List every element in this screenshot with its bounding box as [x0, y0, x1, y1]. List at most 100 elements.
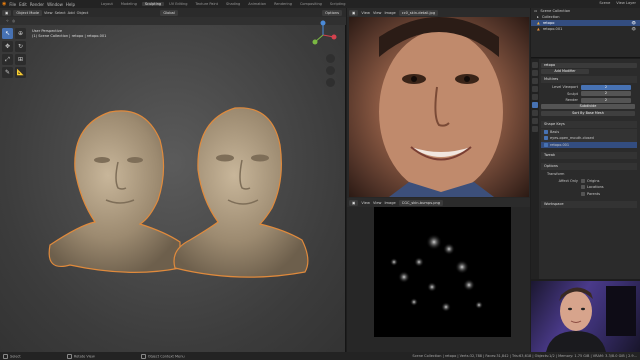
tab-texture-paint[interactable]: Texture Paint [192, 2, 221, 6]
top-menubar: ◉ File Edit Render Window Help Layout Mo… [0, 0, 640, 8]
move-icon[interactable]: ✥ [2, 41, 13, 52]
mesh-icon-2: ▲ [537, 27, 540, 31]
workspace-header[interactable]: Workspace [541, 201, 637, 208]
menu-view[interactable]: View [44, 11, 53, 15]
img-menu-view[interactable]: View [361, 11, 370, 15]
status-context: Object Context Menu [140, 353, 185, 359]
image-editor-bottom-type-icon[interactable]: ▣ [349, 199, 359, 206]
skin-bumps-texture [374, 207, 511, 337]
snap-icon[interactable]: ⊹ [6, 19, 9, 23]
transform-icon[interactable]: ⊞ [15, 54, 26, 65]
menu-select[interactable]: Select [55, 11, 66, 15]
data-tab-icon[interactable] [532, 118, 538, 124]
menu-file[interactable]: File [9, 2, 16, 7]
img2-menu-view-2[interactable]: View [373, 201, 382, 205]
origins-checkbox[interactable] [581, 178, 585, 183]
object-name-field[interactable]: retopo [541, 62, 637, 68]
img2-menu-image[interactable]: Image [384, 201, 395, 205]
webcam-overlay [531, 281, 640, 352]
object-name-row: retopo [541, 62, 637, 69]
camera-view-icon[interactable] [326, 78, 335, 87]
shape-key-checkbox-2[interactable] [544, 136, 548, 141]
tab-rendering[interactable]: Rendering [271, 2, 295, 6]
proportional-icon[interactable]: ◎ [12, 19, 15, 23]
parents-checkbox[interactable] [581, 191, 585, 196]
tool-tab-icon[interactable] [532, 62, 538, 68]
transform-orientation[interactable]: Global [160, 9, 178, 16]
render-tab-icon[interactable] [532, 70, 538, 76]
image-filename[interactable]: cc0_skin-detail.jpg [398, 9, 439, 16]
sort-by-base-button[interactable]: Sort By Base Mesh [541, 110, 635, 116]
pan-icon[interactable] [326, 66, 335, 75]
shape-key-retopo[interactable]: retopo.001 [541, 141, 637, 148]
render-field[interactable]: 2 [581, 97, 631, 103]
output-tab-icon[interactable] [532, 78, 538, 84]
tab-scripting[interactable]: Scripting [327, 2, 349, 6]
menu-object[interactable]: Object [77, 11, 89, 15]
tab-layout[interactable]: Layout [98, 2, 116, 6]
level-viewport-field[interactable]: 2 [581, 84, 631, 90]
object-tab-icon[interactable] [532, 94, 538, 100]
editor-type-icon[interactable]: ▣ [2, 9, 12, 16]
viewport-info: User Perspective (1) Scene Collection | … [32, 29, 106, 39]
menu-add[interactable]: Add [68, 11, 75, 15]
tab-uv-editing[interactable]: UV Editing [166, 2, 190, 6]
locations-checkbox[interactable] [581, 185, 585, 190]
menu-window[interactable]: Window [47, 2, 63, 7]
options-dropdown[interactable]: Options [322, 9, 342, 16]
scene-tab-icon[interactable] [532, 86, 538, 92]
img-menu-view-2[interactable]: View [373, 11, 382, 15]
mouse-right-icon [140, 353, 146, 359]
rotate-icon[interactable]: ↻ [15, 41, 26, 52]
multires-header[interactable]: Multires [541, 76, 637, 83]
tab-shading[interactable]: Shading [223, 2, 243, 6]
add-modifier-button[interactable]: Add Modifier [541, 69, 589, 75]
status-bar: Select Rotate View Object Context Menu S… [0, 352, 640, 360]
physics-tab-icon[interactable] [532, 110, 538, 116]
tab-sculpting[interactable]: Sculpting [141, 2, 165, 6]
modifier-properties: retopo Add Modifier Multires Level Viewp… [541, 62, 637, 209]
navigation-gizmo[interactable] [308, 20, 338, 50]
tab-animation[interactable]: Animation [245, 2, 269, 6]
tab-compositing[interactable]: Compositing [297, 2, 325, 6]
subdivide-button[interactable]: Subdivide [541, 104, 635, 110]
cursor-icon[interactable]: ⊕ [15, 28, 26, 39]
measure-icon[interactable]: 📐 [15, 67, 26, 78]
tab-modeling[interactable]: Modeling [118, 2, 140, 6]
image-editor-bottom-header: ▣ View View Image CGC_skin-bumps.png [347, 198, 530, 207]
image-editor-type-icon[interactable]: ▣ [349, 9, 359, 16]
shape-keys-header[interactable]: Shape Keys [541, 120, 637, 128]
outliner[interactable]: ▭ Scene Collection ▸ Collection ▲ retopo… [531, 8, 640, 58]
tweak-header[interactable]: Tweak [541, 152, 637, 159]
zoom-icon[interactable] [326, 54, 335, 63]
annotate-icon[interactable]: ✎ [2, 67, 13, 78]
shape-key-checkbox[interactable] [544, 129, 548, 134]
mouse-middle-icon [66, 353, 72, 359]
blender-logo-icon[interactable]: ◉ [2, 1, 6, 7]
sculpt-heads[interactable] [40, 100, 320, 290]
menu-help[interactable]: Help [66, 2, 75, 7]
menu-render[interactable]: Render [30, 2, 44, 7]
menu-edit[interactable]: Edit [19, 2, 27, 7]
material-tab-icon[interactable] [532, 126, 538, 132]
options-header[interactable]: Options [541, 163, 637, 170]
properties-tabs [531, 59, 539, 279]
image2-filename[interactable]: CGC_skin-bumps.png [398, 199, 444, 206]
select-box-icon[interactable]: ↖ [2, 28, 13, 39]
scene-selector[interactable]: Scene [599, 1, 610, 5]
status-select: Select [3, 353, 21, 359]
img2-menu-view[interactable]: View [361, 201, 370, 205]
img-menu-image[interactable]: Image [384, 11, 395, 15]
modifier-tab-icon[interactable] [532, 102, 538, 108]
add-modifier-row: Add Modifier [541, 69, 637, 76]
active-object-label: (1) Scene Collection | retopo | retopo.0… [32, 34, 107, 38]
scene-stats: Scene Collection | retopo | Verts:32,788… [412, 354, 637, 358]
status-rotate: Rotate View [66, 353, 95, 359]
outliner-row-retopo-001[interactable]: ▲ retopo.001 👁 [531, 26, 640, 32]
scale-icon[interactable]: ⤢ [2, 54, 13, 65]
visibility-eye-icon-2[interactable]: 👁 [631, 26, 636, 32]
shape-key-checkbox-3[interactable] [544, 142, 548, 147]
view-layer-selector[interactable]: View Layer [616, 1, 636, 5]
sculpt-field[interactable]: 2 [581, 91, 631, 97]
mode-selector[interactable]: Object Mode [13, 9, 43, 16]
